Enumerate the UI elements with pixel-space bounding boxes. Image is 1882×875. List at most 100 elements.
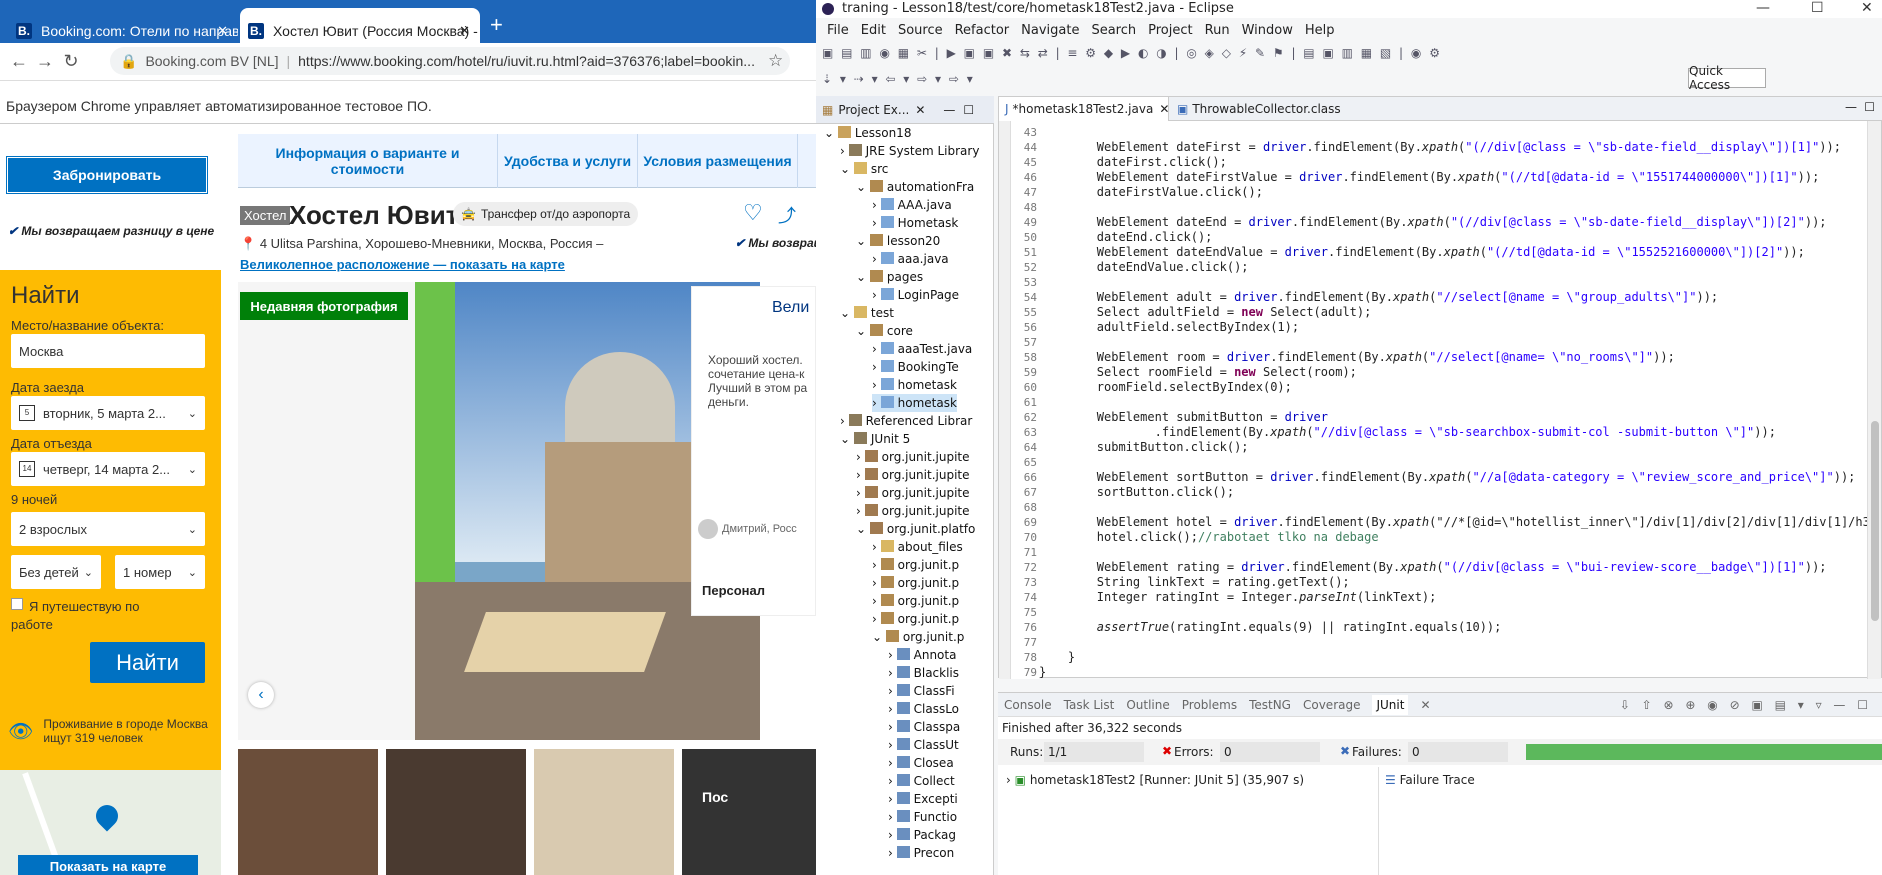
new-tab-button[interactable]: + — [490, 12, 503, 38]
photo-thumbnail[interactable] — [238, 749, 378, 875]
code-line[interactable]: sortButton.click(); — [1039, 485, 1234, 500]
tree-item[interactable]: › Excepti — [888, 790, 958, 808]
tab-problems[interactable]: Problems — [1182, 698, 1237, 712]
tree-item[interactable]: › Packag — [888, 826, 956, 844]
code-line[interactable]: WebElement dateFirst = driver.findElemen… — [1039, 140, 1841, 155]
tab-facilities[interactable]: Удобства и услуги — [498, 134, 638, 188]
code-line[interactable]: dateEnd.click(); — [1039, 230, 1213, 245]
tree-item[interactable]: ⌄ org.junit.p — [872, 628, 964, 646]
tree-item[interactable]: › LoginPage — [872, 286, 959, 304]
tree-item[interactable]: › ClassLo — [888, 700, 959, 718]
code-line[interactable]: dateEndValue.click(); — [1039, 260, 1249, 275]
mini-map[interactable]: Показать на карте — [0, 770, 221, 875]
code-line[interactable]: Select roomField = new Select(room); — [1039, 365, 1357, 380]
tree-item[interactable]: ⌄ org.junit.platfo — [856, 520, 975, 538]
tab-house-rules[interactable]: Условия размещения — [638, 134, 798, 188]
main-toolbar[interactable]: ▣ ▤ ▥ ◉ ▦ ✂ | ▶ ▣ ▣ ✖ ⇆ ⇄ | ≡ ⚙ ◆ ▶ ◐ ◑ … — [816, 40, 1882, 66]
tree-item[interactable]: ⌄ automationFra — [856, 178, 974, 196]
menu-run[interactable]: Run — [1205, 23, 1230, 38]
heart-icon[interactable]: ♡ — [743, 200, 763, 226]
code-line[interactable]: WebElement rating = driver.findElement(B… — [1039, 560, 1827, 575]
photo-thumbnail[interactable] — [534, 749, 674, 875]
junit-toolbar[interactable]: ⇩ ⇧ ⊗ ⊕ ◉ ⊘ ▣ ▤ ▾ ▿ — ☐ — [1620, 698, 1872, 712]
tree-item[interactable]: › org.junit.p — [872, 556, 959, 574]
menu-project[interactable]: Project — [1148, 23, 1192, 38]
tree-item[interactable]: › Blacklis — [888, 664, 959, 682]
close-window-icon[interactable]: ✕ — [1861, 0, 1873, 16]
tree-item[interactable]: › aaa.java — [872, 250, 949, 268]
tree-item[interactable]: › Functio — [888, 808, 957, 826]
tree-item[interactable]: › AAA.java — [872, 196, 952, 214]
code-line[interactable]: WebElement submitButton = driver — [1039, 410, 1328, 425]
tree-item[interactable]: › org.junit.jupite — [856, 484, 970, 502]
code-line[interactable]: roomField.selectByIndex(0); — [1039, 380, 1292, 395]
menu-refactor[interactable]: Refactor — [955, 23, 1010, 38]
code-line[interactable]: WebElement adult = driver.findElement(By… — [1039, 290, 1718, 305]
test-result-row[interactable]: › ▣ hometask18Test2 [Runner: JUnit 5] (3… — [1006, 773, 1304, 787]
tree-item[interactable]: › Precon — [888, 844, 954, 862]
back-icon[interactable]: ← — [6, 51, 32, 72]
code-line[interactable]: WebElement hotel = driver.findElement(By… — [1039, 515, 1869, 530]
tree-item[interactable]: › ClassFi — [888, 682, 955, 700]
code-line[interactable]: WebElement room = driver.findElement(By.… — [1039, 350, 1675, 365]
tree-item[interactable]: › org.junit.jupite — [856, 448, 970, 466]
gallery-prev-icon[interactable]: ‹ — [248, 682, 274, 708]
menu-edit[interactable]: Edit — [861, 23, 886, 38]
tree-item[interactable]: › Closea — [888, 754, 954, 772]
tree-item[interactable]: ⌄ core — [856, 322, 913, 340]
tab-outline[interactable]: Outline — [1126, 698, 1169, 712]
maximize-icon[interactable]: ☐ — [1811, 0, 1824, 16]
quick-access-input[interactable]: Quick Access — [1688, 64, 1766, 92]
close-view-icon[interactable]: ✕ — [915, 103, 925, 117]
reserve-button[interactable]: Забронировать — [6, 156, 208, 194]
menu-navigate[interactable]: Navigate — [1021, 23, 1079, 38]
editor-tab-throwablecollector[interactable]: ▣ ThrowableCollector.class — [1171, 97, 1371, 121]
tree-item[interactable]: › BookingTe — [872, 358, 959, 376]
tree-item[interactable]: ⌄ Lesson18 — [824, 124, 911, 142]
tab-testng[interactable]: TestNG — [1249, 698, 1291, 712]
menu-help[interactable]: Help — [1305, 23, 1335, 38]
code-line[interactable]: dateFirst.click(); — [1039, 155, 1227, 170]
maximize-view-icon[interactable]: ☐ — [963, 103, 974, 117]
photo-thumbnail-more[interactable]: Пос — [682, 749, 816, 875]
tree-item[interactable]: › org.junit.jupite — [856, 466, 970, 484]
checkin-field[interactable]: 5 вторник, 5 марта 2... ⌄ — [11, 396, 205, 430]
tree-item-selected[interactable]: › hometask — [872, 394, 957, 412]
tree-item[interactable]: › org.junit.p — [872, 610, 959, 628]
close-tab-icon[interactable]: ✕ — [1159, 102, 1169, 116]
tab-console[interactable]: Console — [1004, 698, 1052, 712]
menu-window[interactable]: Window — [1242, 23, 1293, 38]
checkout-field[interactable]: 14 четверг, 14 марта 2... ⌄ — [11, 452, 205, 486]
rooms-select[interactable]: 1 номер ⌄ — [115, 555, 205, 589]
tab-info-prices[interactable]: Информация о варианте и стоимости — [238, 134, 498, 188]
tree-item[interactable]: › hometask — [872, 376, 957, 394]
close-tab-icon[interactable]: ✕ — [459, 23, 470, 39]
destination-input[interactable]: Москва — [11, 334, 205, 368]
menu-source[interactable]: Source — [898, 23, 943, 38]
code-line[interactable]: .findElement(By.xpath("//div[@class = \"… — [1039, 425, 1776, 440]
tab-junit[interactable]: JUnit — [1372, 694, 1409, 715]
tree-item[interactable]: ⌄ pages — [856, 268, 923, 286]
tab-coverage[interactable]: Coverage — [1303, 698, 1361, 712]
code-line[interactable]: WebElement dateEndValue = driver.findEle… — [1039, 245, 1805, 260]
tree-item[interactable]: › JRE System Library — [840, 142, 979, 160]
adults-select[interactable]: 2 взрослых ⌄ — [11, 512, 205, 546]
star-icon[interactable]: ☆ — [768, 51, 783, 71]
close-tab-icon[interactable]: ✕ — [217, 23, 228, 39]
minimize-view-icon[interactable]: — — [1845, 100, 1857, 114]
show-map-link[interactable]: Великолепное расположение — показать на … — [240, 257, 565, 272]
tree-item[interactable]: ⌄ JUnit 5 — [840, 430, 910, 448]
minimize-icon[interactable]: — — [1756, 0, 1770, 16]
tree-item[interactable]: › Classpa — [888, 718, 960, 736]
code-line[interactable]: Integer ratingInt = Integer.parseInt(lin… — [1039, 590, 1437, 605]
tree-item[interactable]: › Referenced Librar — [840, 412, 972, 430]
code-line[interactable]: Select adultField = new Select(adult); — [1039, 305, 1372, 320]
show-on-map-button[interactable]: Показать на карте — [18, 855, 198, 875]
reload-icon[interactable]: ↻ — [58, 51, 84, 72]
tree-item[interactable]: › ClassUt — [888, 736, 959, 754]
code-line[interactable]: hotel.click();//rabotaet tlko na debage — [1039, 530, 1379, 545]
forward-icon[interactable]: → — [32, 51, 58, 72]
code-line[interactable]: String linkText = rating.getText(); — [1039, 575, 1350, 590]
tree-item[interactable]: › Annota — [888, 646, 956, 664]
code-line[interactable]: WebElement dateFirstValue = driver.findE… — [1039, 170, 1820, 185]
